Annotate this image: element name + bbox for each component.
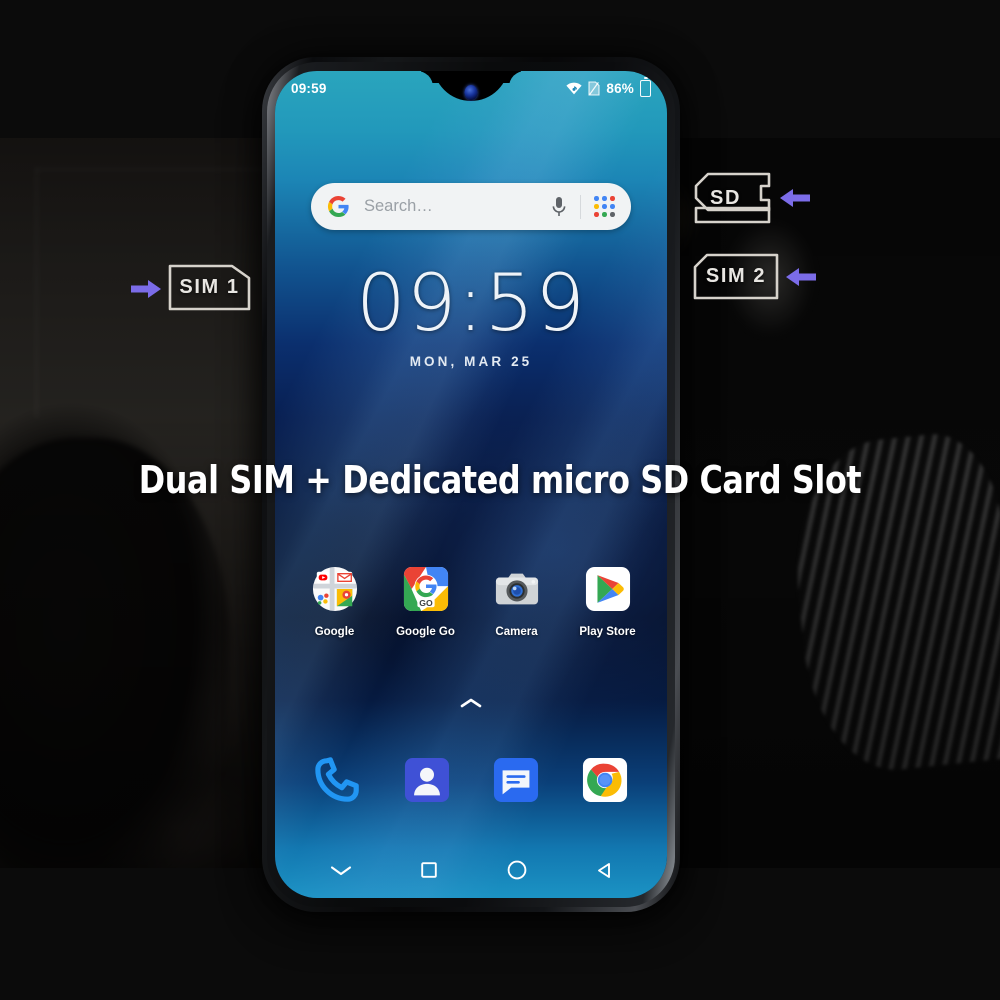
app-label: Play Store xyxy=(579,626,636,638)
dock-chrome[interactable] xyxy=(582,757,628,808)
status-time: 09:59 xyxy=(291,80,327,96)
google-search-bar[interactable]: Search… xyxy=(311,183,631,230)
google-go-icon: GO xyxy=(403,566,448,612)
arrow-left-icon xyxy=(786,268,816,286)
app-label: Google Go xyxy=(396,626,455,638)
triangle-left-icon[interactable] xyxy=(596,862,612,879)
app-row: Google GO Google Go Camera Play Store xyxy=(275,566,667,638)
app-google-go[interactable]: GO Google Go xyxy=(389,566,463,638)
dock-phone-dialer[interactable] xyxy=(314,757,361,808)
app-play-store[interactable]: Play Store xyxy=(571,566,645,638)
battery-icon xyxy=(640,79,651,97)
camera-icon xyxy=(495,573,538,605)
arrow-left-icon xyxy=(780,189,810,207)
app-drawer-handle[interactable] xyxy=(275,696,667,714)
battery-percent: 86% xyxy=(606,80,634,96)
app-label: Google xyxy=(314,626,355,638)
app-label: Camera xyxy=(495,626,538,638)
app-camera[interactable]: Camera xyxy=(480,566,554,638)
search-input[interactable]: Search… xyxy=(364,197,551,216)
chrome-icon xyxy=(582,757,627,803)
dock xyxy=(275,757,667,808)
play-store-icon xyxy=(585,566,630,612)
svg-text:GO: GO xyxy=(419,598,433,608)
chevron-up-icon xyxy=(460,698,482,708)
clock-widget[interactable]: 09:59 MON, MAR 25 xyxy=(275,259,667,369)
phone-icon xyxy=(314,757,359,802)
app-google-folder[interactable]: Google xyxy=(298,566,372,638)
clock-time: 09:59 xyxy=(356,259,586,349)
google-g-icon xyxy=(327,195,349,218)
search-divider xyxy=(580,194,582,219)
circle-icon[interactable] xyxy=(507,860,527,880)
headline: Dual SIM + Dedicated micro SD Card Slot xyxy=(138,458,862,502)
chevron-down-icon[interactable] xyxy=(330,864,352,877)
microphone-icon[interactable] xyxy=(551,196,567,218)
wifi-icon xyxy=(566,82,582,94)
clock-date: MON, MAR 25 xyxy=(409,353,533,369)
sd-label: SD xyxy=(710,186,741,209)
sim1-label: SIM 1 xyxy=(179,276,240,298)
dock-contacts[interactable] xyxy=(404,757,450,808)
poster-canvas: 09:59 86% Search… 09:59 MON, MAR 25 Goog… xyxy=(0,0,1000,1000)
dock-messages[interactable] xyxy=(493,757,539,808)
sd-card: SD xyxy=(694,172,771,224)
sim1-card: SIM 1 xyxy=(168,264,251,311)
sim-signal-icon xyxy=(588,80,600,96)
sim2-label: SIM 2 xyxy=(705,265,767,287)
navigation-bar xyxy=(275,860,667,880)
sim2-card: SIM 2 xyxy=(693,253,779,300)
apps-grid-icon[interactable] xyxy=(594,196,615,217)
arrow-right-icon xyxy=(131,280,161,298)
google-folder-icon xyxy=(312,566,357,612)
contacts-icon xyxy=(404,757,449,803)
messages-icon xyxy=(493,757,538,803)
status-icons: 86% xyxy=(566,79,651,97)
status-bar: 09:59 86% xyxy=(275,71,667,105)
square-icon[interactable] xyxy=(421,862,438,878)
